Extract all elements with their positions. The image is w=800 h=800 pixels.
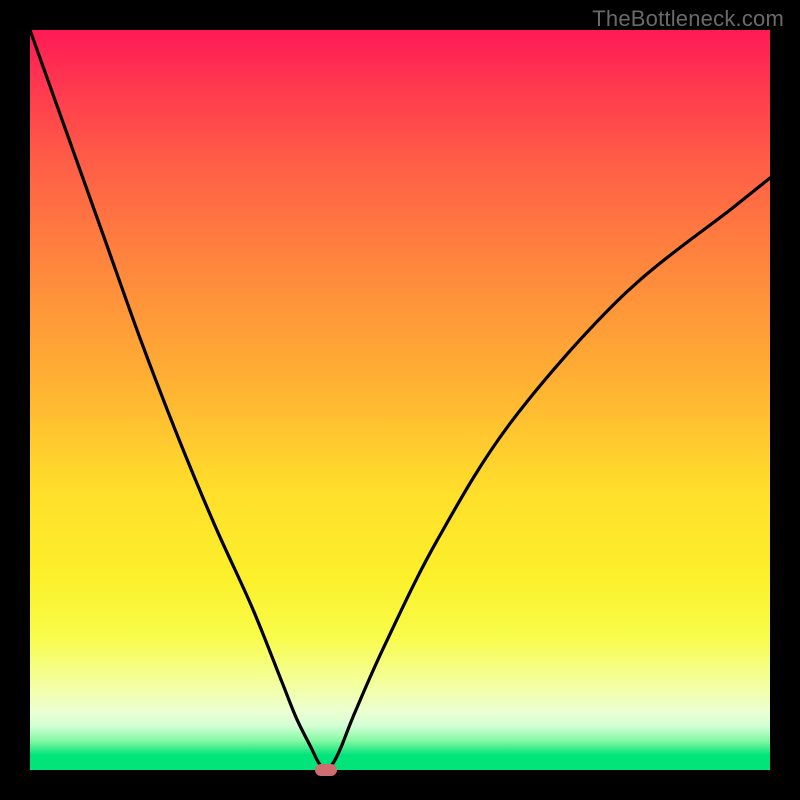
optimal-point-marker [315,764,337,776]
bottleneck-curve [30,30,770,770]
chart-frame: TheBottleneck.com [0,0,800,800]
watermark-text: TheBottleneck.com [592,6,784,32]
plot-area [30,30,770,770]
